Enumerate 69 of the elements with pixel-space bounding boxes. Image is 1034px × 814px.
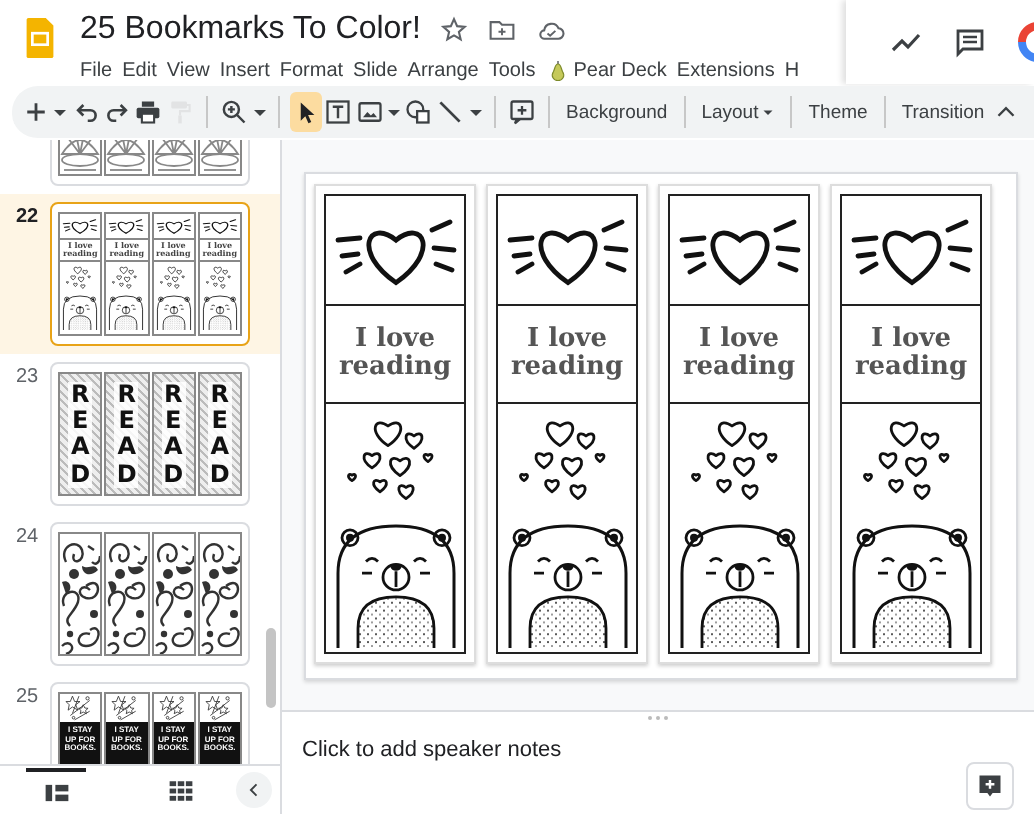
slide-row[interactable]: 23 READ READ READ READ xyxy=(0,354,280,514)
folder-icon[interactable] xyxy=(488,16,517,44)
grid-view-icon xyxy=(167,777,193,803)
bookmark-letters: READ xyxy=(114,382,139,488)
slide-number: 24 xyxy=(16,526,39,548)
toolbar-button[interactable]: Layout xyxy=(695,92,781,132)
heart-drawing xyxy=(106,214,147,238)
printer-icon xyxy=(134,98,163,126)
toolbar-button[interactable]: Background xyxy=(560,92,674,132)
caret-icon xyxy=(251,104,268,120)
scrollbar-thumb[interactable] xyxy=(266,628,276,708)
speaker-notes-field[interactable]: Click to add speaker notes xyxy=(302,738,1034,762)
slide-number: 23 xyxy=(16,366,39,388)
menu-item[interactable]: Tools xyxy=(488,59,536,81)
add-comment-icon xyxy=(508,98,537,126)
drag-handle-icon[interactable] xyxy=(646,714,670,722)
bookmark-text: I love reading xyxy=(508,326,626,382)
add-comment-icon xyxy=(976,772,1004,800)
text-box-icon xyxy=(323,98,352,126)
bookmark-text: I love reading xyxy=(680,326,798,382)
menu-item[interactable]: Insert xyxy=(219,59,270,81)
menu-item[interactable]: View xyxy=(166,59,210,81)
bookmark-letters: READ xyxy=(68,382,93,488)
caret-icon xyxy=(386,104,403,120)
slide-canvas[interactable]: I love reading I love reading I love reading I love reading xyxy=(304,172,1018,680)
add-icon xyxy=(21,98,50,126)
menu-item[interactable]: Pear Deck xyxy=(573,59,667,81)
menu-item[interactable]: H xyxy=(784,59,800,81)
shapes-icon xyxy=(404,98,433,126)
bookmark-letters: READ xyxy=(207,382,232,488)
menu-item[interactable]: Slide xyxy=(353,59,398,81)
menu-item[interactable]: Edit xyxy=(122,59,157,81)
zoom-icon xyxy=(220,98,249,126)
toolbar-button[interactable]: Theme xyxy=(802,92,874,132)
menu-item[interactable]: File xyxy=(80,59,113,81)
menu-item[interactable]: Arrange xyxy=(407,59,479,81)
menu-item[interactable]: Format xyxy=(279,59,344,81)
slide-row[interactable]: 24 xyxy=(0,514,280,674)
toolbar-button[interactable]: Transition xyxy=(895,92,991,132)
comment-icon[interactable] xyxy=(954,26,986,58)
slide-thumbnail[interactable] xyxy=(50,522,250,666)
colorful-ring-icon[interactable] xyxy=(1018,22,1034,62)
redo-icon xyxy=(103,98,132,126)
heart-drawing xyxy=(60,214,101,238)
slide-thumbnail[interactable]: READ READ READ READ xyxy=(50,362,250,506)
bear-drawing xyxy=(106,262,147,330)
document-title[interactable]: 25 Bookmarks To Color! xyxy=(80,12,421,48)
menu-item[interactable]: Extensions xyxy=(676,59,775,81)
bear-drawing xyxy=(60,262,101,330)
bookmark-text: I love reading xyxy=(852,326,970,382)
list-view-icon xyxy=(43,779,69,805)
collapse-panel-button[interactable] xyxy=(236,772,272,808)
slide-number: 25 xyxy=(16,686,39,708)
heart-drawing xyxy=(153,214,194,238)
bookmark-text: I love reading xyxy=(336,326,454,382)
caret-icon xyxy=(467,104,484,120)
heart-drawing xyxy=(199,214,240,238)
image-icon xyxy=(355,98,384,126)
bookmark-letters: READ xyxy=(161,382,186,488)
bear-drawing xyxy=(153,262,194,330)
undo-icon xyxy=(71,98,100,126)
caret-icon xyxy=(762,106,775,118)
select-tool-button[interactable] xyxy=(290,92,322,132)
add-comment-button[interactable] xyxy=(966,762,1014,810)
caret-icon xyxy=(52,104,69,120)
line-icon xyxy=(436,98,465,126)
bear-drawing xyxy=(199,262,240,330)
star-icon[interactable] xyxy=(440,16,469,44)
slide-number: 22 xyxy=(16,206,39,228)
